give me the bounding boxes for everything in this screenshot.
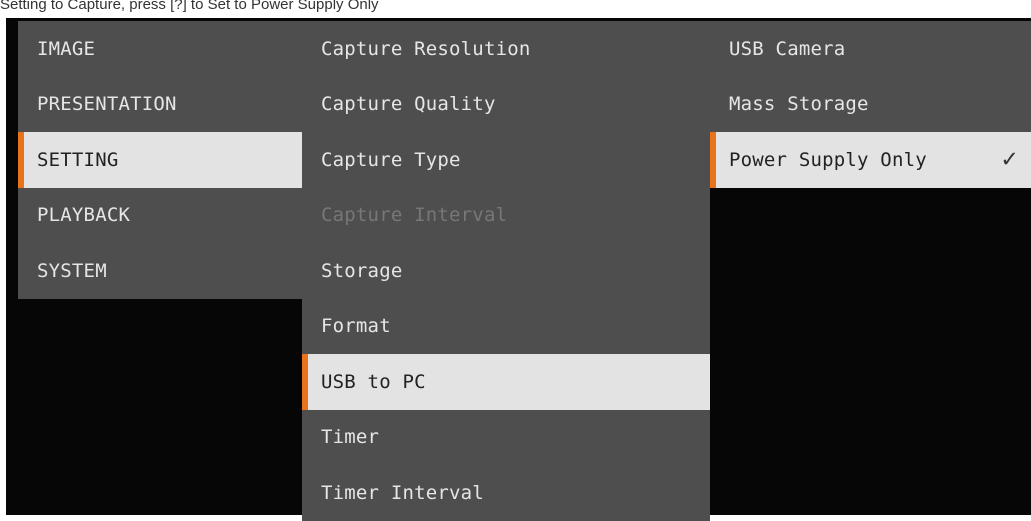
usb-option-label: USB Camera <box>729 37 846 60</box>
usb-option-power-supply-only[interactable]: Power Supply Only ✓ <box>710 132 1031 188</box>
setting-item-format[interactable]: Format <box>302 299 710 355</box>
main-menu-item-label: IMAGE <box>37 37 96 60</box>
checkmark-icon: ✓ <box>1000 147 1019 173</box>
main-menu-item-label: SYSTEM <box>37 259 107 282</box>
main-menu-item-system[interactable]: SYSTEM <box>18 243 302 299</box>
main-menu-item-image[interactable]: IMAGE <box>18 21 302 77</box>
setting-item-storage[interactable]: Storage <box>302 243 710 299</box>
usb-option-label: Power Supply Only <box>729 148 927 171</box>
setting-submenu: Capture Resolution Capture Quality Captu… <box>302 21 710 521</box>
osd-screen: IMAGE PRESENTATION SETTING PLAYBACK SYST… <box>6 18 1031 521</box>
usb-option-mass-storage[interactable]: Mass Storage <box>710 77 1031 133</box>
main-menu-item-presentation[interactable]: PRESENTATION <box>18 77 302 133</box>
setting-item-label: Storage <box>321 259 403 282</box>
main-menu-item-label: PRESENTATION <box>37 93 177 116</box>
setting-item-label: USB to PC <box>321 370 426 393</box>
setting-item-label: Timer Interval <box>321 481 484 504</box>
setting-item-usb-to-pc[interactable]: USB to PC <box>302 354 710 410</box>
setting-item-label: Capture Type <box>321 148 461 171</box>
setting-item-timer-interval[interactable]: Timer Interval <box>302 465 710 521</box>
setting-item-timer[interactable]: Timer <box>302 410 710 466</box>
setting-item-label: Capture Interval <box>321 204 508 227</box>
setting-item-label: Capture Quality <box>321 93 496 116</box>
usb-option-usb-camera[interactable]: USB Camera <box>710 21 1031 77</box>
setting-item-capture-type[interactable]: Capture Type <box>302 132 710 188</box>
instruction-caption: Setting to Capture, press [?] to Set to … <box>0 0 1031 18</box>
setting-item-capture-interval: Capture Interval <box>302 188 710 244</box>
setting-item-label: Timer <box>321 426 380 449</box>
usb-option-label: Mass Storage <box>729 93 869 116</box>
usb-options-menu: USB Camera Mass Storage Power Supply Onl… <box>710 21 1031 188</box>
main-menu-item-label: PLAYBACK <box>37 204 131 227</box>
setting-item-capture-quality[interactable]: Capture Quality <box>302 77 710 133</box>
setting-item-capture-resolution[interactable]: Capture Resolution <box>302 21 710 77</box>
setting-item-label: Capture Resolution <box>321 37 531 60</box>
setting-item-label: Format <box>321 315 391 338</box>
main-menu-item-playback[interactable]: PLAYBACK <box>18 188 302 244</box>
main-menu-item-setting[interactable]: SETTING <box>18 132 302 188</box>
main-menu-item-label: SETTING <box>37 148 119 171</box>
main-menu: IMAGE PRESENTATION SETTING PLAYBACK SYST… <box>18 21 302 299</box>
